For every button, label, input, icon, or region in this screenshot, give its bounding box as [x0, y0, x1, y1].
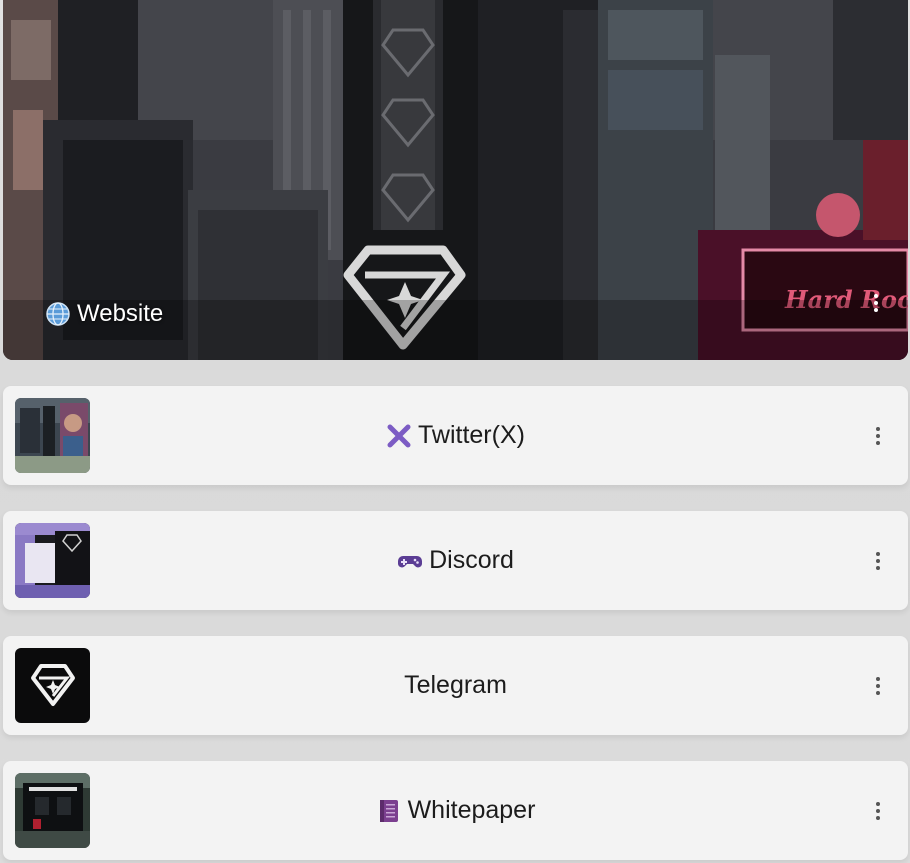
telegram-link-title: Telegram — [103, 636, 808, 735]
telegram-thumbnail — [15, 648, 90, 723]
dot-icon — [876, 816, 880, 820]
dot-icon — [876, 559, 880, 563]
purple-book-icon — [379, 799, 398, 822]
dot-icon — [876, 677, 880, 681]
x-cross-icon — [387, 424, 411, 447]
whitepaper-thumbnail — [15, 773, 90, 848]
dot-icon — [876, 809, 880, 813]
twitter-link-card[interactable]: Twitter(X) — [3, 386, 908, 485]
dot-icon — [874, 308, 878, 312]
dot-icon — [876, 441, 880, 445]
twitter-more-menu-button[interactable] — [866, 422, 890, 450]
whitepaper-label: Whitepaper — [407, 796, 536, 824]
website-hero-card[interactable]: Hard Rock Website — [3, 0, 908, 360]
twitter-label: Twitter(X) — [418, 421, 525, 449]
whitepaper-link-card[interactable]: Whitepaper — [3, 761, 908, 860]
telegram-link-card[interactable]: Telegram — [3, 636, 908, 735]
website-more-menu-button[interactable] — [864, 289, 888, 317]
dot-icon — [876, 552, 880, 556]
discord-label: Discord — [429, 546, 514, 574]
dot-icon — [874, 294, 878, 298]
dot-icon — [876, 684, 880, 688]
dot-icon — [876, 427, 880, 431]
dot-icon — [876, 566, 880, 570]
discord-link-card[interactable]: Discord — [3, 511, 908, 610]
dot-icon — [876, 802, 880, 806]
discord-link-title: Discord — [103, 511, 808, 610]
whitepaper-link-title: Whitepaper — [103, 761, 808, 860]
game-controller-icon — [398, 555, 423, 567]
dot-icon — [876, 691, 880, 695]
website-link-title[interactable]: Website — [45, 300, 163, 328]
globe-icon — [46, 302, 70, 326]
discord-thumbnail — [15, 523, 90, 598]
telegram-more-menu-button[interactable] — [866, 672, 890, 700]
website-label: Website — [77, 300, 164, 327]
whitepaper-more-menu-button[interactable] — [866, 797, 890, 825]
twitter-link-title: Twitter(X) — [103, 386, 808, 485]
discord-more-menu-button[interactable] — [866, 547, 890, 575]
twitter-thumbnail — [15, 398, 90, 473]
dot-icon — [876, 434, 880, 438]
telegram-label: Telegram — [404, 671, 507, 699]
dot-icon — [874, 301, 878, 305]
